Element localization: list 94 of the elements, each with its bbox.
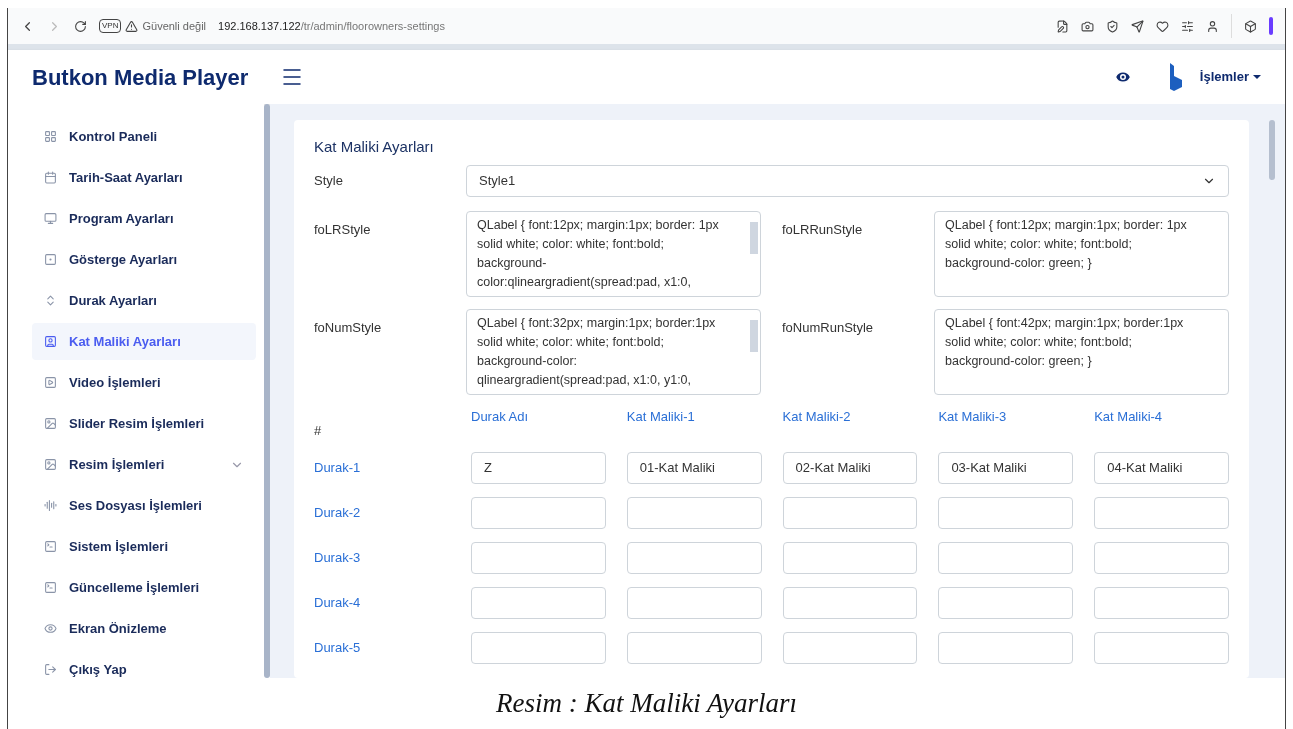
- sidebar-item[interactable]: Kontrol Paneli: [32, 118, 256, 155]
- grid-icon: [44, 130, 57, 143]
- shield-icon[interactable]: [1106, 19, 1119, 33]
- calendar-icon: [44, 171, 57, 184]
- owner-input[interactable]: [782, 541, 918, 574]
- app-title: Butkon Media Player: [32, 63, 249, 92]
- row-label[interactable]: Durak-4: [314, 592, 450, 613]
- sidebar-item[interactable]: Sistem İşlemleri: [32, 528, 256, 565]
- image-icon: [44, 458, 57, 471]
- logout-icon: [44, 663, 57, 676]
- owner-input[interactable]: [1094, 631, 1229, 664]
- owner-input[interactable]: [938, 541, 1074, 574]
- owner-input[interactable]: [471, 496, 606, 529]
- card-title: Kat Maliki Ayarları: [314, 137, 435, 157]
- sidebar-item[interactable]: Program Ayarları: [32, 200, 256, 237]
- sidebar-toggle-mark[interactable]: [1269, 17, 1273, 35]
- field-label: foNumRunStyle: [782, 318, 875, 337]
- style-textarea[interactable]: QLabel { font:12px; margin:1px; border: 1px solid white; color: white; font:bold; background-color: green; }: [934, 210, 1229, 297]
- owner-input[interactable]: [626, 586, 762, 619]
- style-textarea[interactable]: QLabel { font:32px; margin:1px; border:1px solid white; color: white; font:bold; background-color: qlineargradient(spread:pad, x1:0, y1:0,: [466, 308, 761, 395]
- monitor-icon: [44, 212, 57, 225]
- row-label[interactable]: Durak-5: [314, 637, 450, 658]
- extension-icon[interactable]: [1244, 19, 1257, 33]
- owner-input[interactable]: [626, 631, 762, 664]
- owner-input[interactable]: [782, 631, 918, 664]
- terminal-icon: [44, 581, 57, 594]
- owner-input[interactable]: [938, 631, 1074, 664]
- field-label: Style: [314, 171, 344, 190]
- owner-input[interactable]: [1094, 541, 1229, 574]
- sidebar-item[interactable]: Ekran Önizleme: [32, 610, 256, 647]
- sidebar-item[interactable]: Durak Ayarları: [32, 282, 256, 319]
- owner-input[interactable]: [471, 631, 606, 664]
- row-label[interactable]: Durak-3: [314, 547, 450, 568]
- edit-icon[interactable]: [1056, 19, 1069, 33]
- sidebar-item[interactable]: Çıkış Yap: [32, 651, 256, 678]
- user-frame-icon: [44, 335, 57, 348]
- column-header: #: [314, 421, 323, 439]
- security-label: Güvenli değil: [142, 18, 207, 34]
- owner-input[interactable]: [938, 496, 1074, 529]
- play-icon: [44, 376, 57, 389]
- reload-icon[interactable]: [74, 19, 87, 33]
- column-header: Kat Maliki-1: [626, 407, 696, 426]
- sidebar-item[interactable]: Resim İşlemleri: [32, 446, 256, 483]
- send-icon[interactable]: [1131, 19, 1144, 33]
- sidebar-item[interactable]: Gösterge Ayarları: [32, 241, 256, 278]
- style-textarea[interactable]: QLabel { font:12px; margin:1px; border: 1px solid white; color: white; font:bold; background-color:qlineargradient(spread:pad, x1:0,: [466, 210, 761, 297]
- user-menu-button[interactable]: İşlemler: [1199, 67, 1261, 87]
- owner-input[interactable]: [938, 586, 1074, 619]
- scrollbar: [1269, 120, 1275, 180]
- scrollbar: [750, 319, 758, 352]
- owner-input[interactable]: 02-Kat Maliki: [782, 451, 918, 484]
- sound-wave-icon: [44, 499, 57, 512]
- owner-input[interactable]: Z: [471, 451, 606, 484]
- owner-input[interactable]: [471, 586, 606, 619]
- sidebar-item[interactable]: Tarih-Saat Ayarları: [32, 159, 256, 196]
- heart-icon[interactable]: [1156, 19, 1169, 33]
- style-select[interactable]: Style1: [466, 164, 1229, 197]
- owner-input[interactable]: [626, 541, 762, 574]
- owner-input[interactable]: [1094, 586, 1229, 619]
- image-icon: [44, 417, 57, 430]
- up-down-icon: [44, 294, 57, 307]
- scrollbar: [750, 221, 758, 254]
- owner-input[interactable]: [471, 541, 606, 574]
- logo-icon: [1167, 63, 1184, 91]
- owner-input[interactable]: [782, 586, 918, 619]
- address-bar[interactable]: 192.168.137.122/tr/admin/floorowners-settings: [218, 17, 445, 35]
- owner-input[interactable]: 01-Kat Maliki: [626, 451, 762, 484]
- column-header: Kat Maliki-2: [782, 407, 852, 426]
- camera-icon[interactable]: [1081, 19, 1094, 33]
- sidebar-item[interactable]: Slider Resim İşlemleri: [32, 405, 256, 442]
- sidebar-item[interactable]: Güncelleme İşlemleri: [32, 569, 256, 606]
- sidebar-item[interactable]: Kat Maliki Ayarları: [32, 323, 256, 360]
- column-header: Kat Maliki-4: [1094, 407, 1164, 426]
- row-label[interactable]: Durak-2: [314, 502, 450, 523]
- vpn-badge[interactable]: VPN: [99, 19, 122, 33]
- owner-input[interactable]: 04-Kat Maliki: [1094, 451, 1229, 484]
- sidebar-item[interactable]: Video İşlemleri: [32, 364, 256, 401]
- column-header: Durak Adı: [471, 407, 530, 426]
- owner-input[interactable]: [782, 496, 918, 529]
- owner-input[interactable]: [626, 496, 762, 529]
- owner-input[interactable]: 03-Kat Maliki: [938, 451, 1074, 484]
- field-label: foLRStyle: [314, 220, 372, 239]
- sliders-icon[interactable]: [1181, 19, 1194, 33]
- style-textarea[interactable]: QLabel { font:42px; margin:1px; border:1px solid white; color: white; font:bold; background-color: green; }: [934, 308, 1229, 395]
- sidebar-item[interactable]: Ses Dosyası İşlemleri: [32, 487, 256, 524]
- eye-icon: [44, 622, 57, 635]
- column-header: Kat Maliki-3: [938, 407, 1008, 426]
- row-label[interactable]: Durak-1: [314, 457, 450, 478]
- warning-icon: [125, 19, 139, 33]
- owner-input[interactable]: [1094, 496, 1229, 529]
- user-icon[interactable]: [1206, 19, 1219, 33]
- field-label: foNumStyle: [314, 318, 383, 337]
- field-label: foLRRunStyle: [782, 220, 864, 239]
- terminal-icon: [44, 540, 57, 553]
